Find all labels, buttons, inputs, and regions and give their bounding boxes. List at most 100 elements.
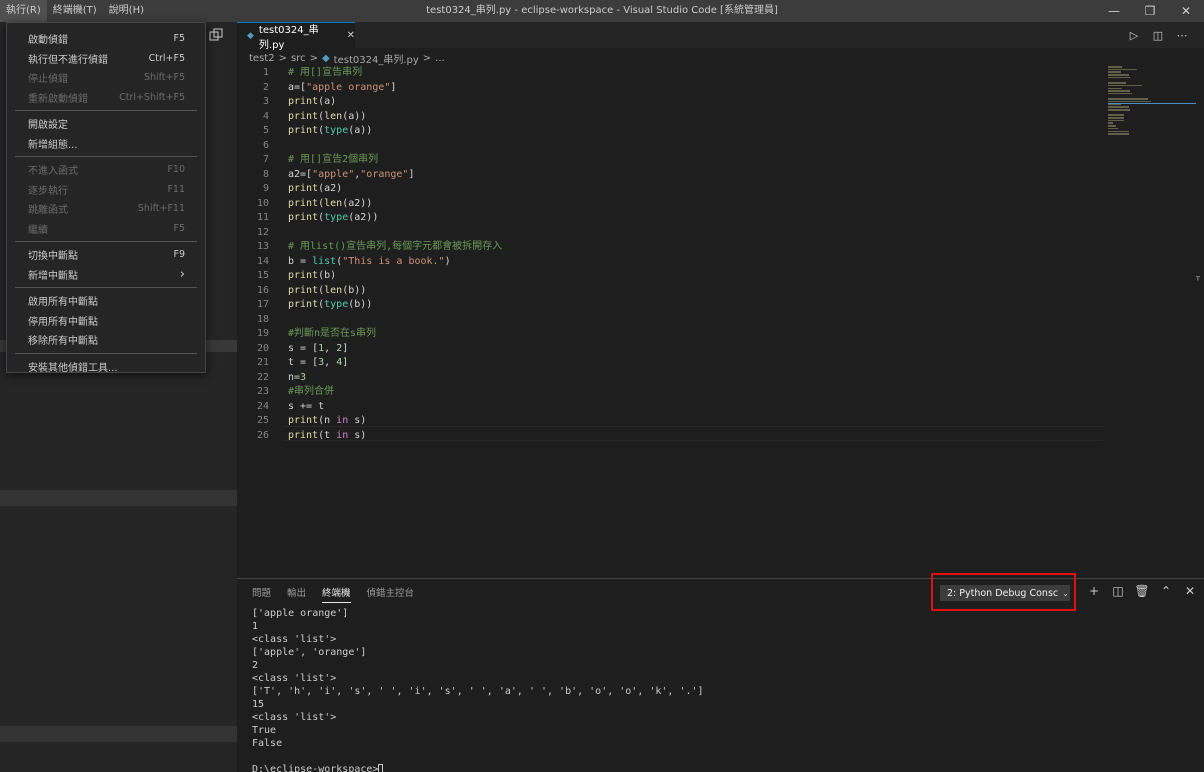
python-file-icon: ◆ xyxy=(247,30,254,41)
menu-item-start-debugging[interactable]: 啟動偵錯 F5 xyxy=(7,29,205,49)
minimize-button[interactable]: — xyxy=(1096,0,1132,22)
code-line[interactable]: 25 print(n in s) xyxy=(237,414,1107,429)
restore-button[interactable]: ❐ xyxy=(1132,0,1168,22)
menu-item-disable-all-breakpoints[interactable]: 停用所有中斷點 xyxy=(7,311,205,331)
breadcrumb-symbols[interactable]: ... xyxy=(435,53,445,64)
tab-debug-console[interactable]: 偵錯主控台 xyxy=(367,585,415,603)
code-line[interactable]: 11 print(type(a2)) xyxy=(237,211,1107,226)
line-number: 24 xyxy=(256,400,269,412)
run-file-icon[interactable]: ▷ xyxy=(1122,29,1146,42)
menu-terminal[interactable]: 終端機(T) xyxy=(47,0,103,22)
code-line[interactable]: 10 print(len(a2)) xyxy=(237,197,1107,212)
tab-output[interactable]: 輸出 xyxy=(287,585,306,603)
panel-actions: + ◫ 🗑 ⌃ ✕ xyxy=(1082,584,1202,598)
menu-help[interactable]: 說明(H) xyxy=(103,0,150,22)
line-number: 18 xyxy=(256,313,269,325)
code-text: # 用list()宣告串列,每個字元都會被拆開存入 xyxy=(288,241,503,252)
minimap-slider[interactable] xyxy=(1108,103,1196,104)
line-number: 5 xyxy=(262,125,269,136)
menu-item-continue: 繼續 F5 xyxy=(28,222,185,236)
code-text: print(a) xyxy=(288,96,337,107)
code-line[interactable]: 23 #串列合併 xyxy=(237,385,1107,400)
code-line[interactable]: 8 a2=["apple","orange"] xyxy=(237,168,1107,183)
code-line[interactable]: 18 xyxy=(237,313,1107,328)
menu-separator xyxy=(15,352,197,354)
menu-item-remove-all-breakpoints[interactable]: 移除所有中斷點 xyxy=(7,330,205,350)
panel-tabs: 問題 輸出 終端機 偵錯主控台 xyxy=(252,585,430,603)
breadcrumb-folder-src[interactable]: src xyxy=(291,53,306,64)
code-line[interactable]: 24 s += t xyxy=(237,400,1107,415)
code-line[interactable]: 19 #判斷n是否在s串列 xyxy=(237,327,1107,342)
code-line[interactable]: 20 s = [1, 2] xyxy=(237,342,1107,357)
code-line[interactable]: 17 print(type(b)) xyxy=(237,298,1107,313)
code-line[interactable]: 4 print(len(a)) xyxy=(237,110,1107,125)
new-terminal-icon[interactable]: + xyxy=(1082,584,1106,598)
code-line[interactable]: 5 print(type(a)) xyxy=(237,124,1107,139)
code-line[interactable]: 1 # 用[]宣告串列 xyxy=(237,66,1107,81)
split-terminal-icon[interactable]: ◫ xyxy=(1106,584,1130,598)
code-line[interactable]: 14 b = list("This is a book.") xyxy=(237,255,1107,270)
code-line[interactable]: 21 t = [3, 4] xyxy=(237,356,1107,371)
more-actions-icon[interactable]: ⋯ xyxy=(1170,29,1194,42)
menu-item-add-configuration[interactable]: 新增組態... xyxy=(7,134,205,154)
code-text: print(len(a)) xyxy=(288,110,367,122)
menu-item-toggle-breakpoint[interactable]: 切換中斷點 F9 xyxy=(7,245,205,265)
code-line[interactable]: 7 # 用[]宣告2個串列 xyxy=(237,153,1107,168)
minimap-line xyxy=(1108,87,1123,89)
menu-run[interactable]: 執行(R) xyxy=(0,0,47,22)
breadcrumb-separator: > xyxy=(422,52,432,64)
line-number: 22 xyxy=(256,371,269,383)
tab-terminal[interactable]: 終端機 xyxy=(322,585,351,603)
window-title: test0324_串列.py - eclipse-workspace - Vis… xyxy=(426,5,778,16)
trash-icon[interactable]: 🗑 xyxy=(1130,584,1154,598)
menu-item-stop-debugging: 停止偵錯 Shift+F5 xyxy=(28,72,185,86)
menu-bar: 執行(R) 終端機(T) 說明(H) xyxy=(0,0,150,22)
terminal-prompt[interactable]: D:\eclipse-workspace> xyxy=(252,763,1192,772)
minimap-line xyxy=(1108,71,1121,73)
line-number: 14 xyxy=(256,255,269,267)
maximize-panel-icon[interactable]: ⌃ xyxy=(1154,584,1178,598)
code-line[interactable]: 9 print(a2) xyxy=(237,182,1107,197)
tab-problems[interactable]: 問題 xyxy=(252,585,271,603)
close-panel-icon[interactable]: ✕ xyxy=(1178,584,1202,598)
minimap[interactable] xyxy=(1108,66,1196,135)
menu-item-new-breakpoint[interactable]: 新增中斷點 › xyxy=(7,265,205,285)
terminal-select[interactable]: 2: Python Debug Consc ⌄ xyxy=(940,585,1070,601)
breadcrumb-file[interactable]: test0324_串列.py xyxy=(334,51,419,66)
code-line[interactable]: 15 print(b) xyxy=(237,269,1107,284)
menu-item-install-debuggers[interactable]: 安裝其他偵錯工具... xyxy=(7,357,205,377)
terminal-line: ['T', 'h', 'i', 's', ' ', 'i', 's', ' ',… xyxy=(252,686,704,697)
code-text: print(len(a2)) xyxy=(288,197,373,209)
breadcrumb-folder-test2[interactable]: test2 xyxy=(249,53,275,64)
code-text: print(b) xyxy=(288,270,337,281)
terminal-line: <class 'list'> xyxy=(252,673,337,684)
sidebar-section-bar[interactable] xyxy=(0,726,237,742)
line-number: 23 xyxy=(256,386,269,397)
menu-item-enable-all-breakpoints[interactable]: 啟用所有中斷點 xyxy=(7,291,205,311)
code-line[interactable]: 13 # 用list()宣告串列,每個字元都會被拆開存入 xyxy=(237,240,1107,255)
new-window-icon[interactable] xyxy=(209,28,223,42)
code-line[interactable]: 12 xyxy=(237,226,1107,241)
close-tab-icon[interactable]: ✕ xyxy=(347,30,355,41)
code-line[interactable]: 2 a=["apple orange"] xyxy=(237,81,1107,96)
code-line[interactable]: 26 print(t in s) xyxy=(237,429,1107,444)
code-line[interactable]: 22 n=3 xyxy=(237,371,1107,386)
run-menu-dropdown: 啟動偵錯 F5 執行但不進行偵錯 Ctrl+F5 停止偵錯 Shift+F5 重新啟動… xyxy=(6,22,206,374)
minimap-line xyxy=(1108,127,1118,130)
sidebar-section-bar[interactable] xyxy=(0,490,237,506)
code-line[interactable]: 6 xyxy=(237,139,1107,154)
code-text: print(type(b)) xyxy=(288,299,373,310)
editor-tab[interactable]: ◆ test0324_串列.py ✕ xyxy=(237,22,355,51)
code-line[interactable]: 3 print(a) xyxy=(237,95,1107,110)
close-window-button[interactable]: ✕ xyxy=(1168,0,1204,22)
menu-item-open-configurations[interactable]: 開啟設定 xyxy=(7,114,205,134)
line-number: 19 xyxy=(256,328,269,339)
menu-item-run-without-debugging[interactable]: 執行但不進行偵錯 Ctrl+F5 xyxy=(7,49,205,69)
code-text: print(t in s) xyxy=(288,429,367,441)
terminal-output[interactable]: ['apple orange'] 1 <class 'list'> ['apple',… xyxy=(252,607,1192,772)
minimap-line xyxy=(1108,84,1142,87)
split-editor-icon[interactable]: ◫ xyxy=(1146,29,1170,42)
code-line[interactable]: 16 print(len(b)) xyxy=(237,284,1107,299)
code-text: print(type(a2)) xyxy=(288,212,379,223)
code-editor[interactable]: 1 # 用[]宣告串列 2 a=["apple orange"] 3 print(a) 4 p… xyxy=(237,66,1107,443)
